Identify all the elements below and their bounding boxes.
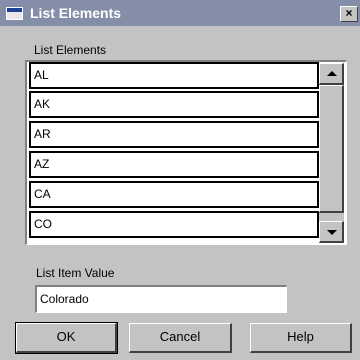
list-item[interactable]: AZ (29, 151, 319, 178)
scroll-thumb[interactable] (319, 85, 344, 213)
list-elements-dialog: List Elements × List Elements AL AK AR A… (0, 0, 360, 360)
cancel-button[interactable]: Cancel (129, 323, 232, 353)
scroll-down-button[interactable] (319, 221, 344, 243)
ok-button[interactable]: OK (15, 322, 118, 354)
list-item-selected[interactable]: CO (29, 211, 319, 238)
list-item[interactable]: AR (29, 121, 319, 148)
scroll-up-button[interactable] (319, 63, 344, 85)
list-box[interactable]: AL AK AR AZ CA CO (25, 60, 347, 245)
list-item-value-label: List Item Value (36, 266, 115, 280)
close-icon[interactable]: × (340, 6, 358, 22)
down-arrow-icon (327, 230, 337, 235)
list-item[interactable]: CA (29, 181, 319, 208)
window-icon[interactable] (6, 7, 23, 20)
window-title: List Elements (30, 5, 122, 21)
title-bar[interactable]: List Elements × (0, 0, 360, 26)
list-item[interactable]: AK (29, 91, 319, 118)
list-item-value-input[interactable]: Colorado (35, 285, 287, 313)
up-arrow-icon (327, 71, 337, 76)
vertical-scrollbar[interactable] (319, 63, 344, 243)
help-button[interactable]: Help (250, 323, 352, 353)
list-item[interactable]: AL (29, 62, 319, 89)
list-label: List Elements (34, 43, 107, 57)
